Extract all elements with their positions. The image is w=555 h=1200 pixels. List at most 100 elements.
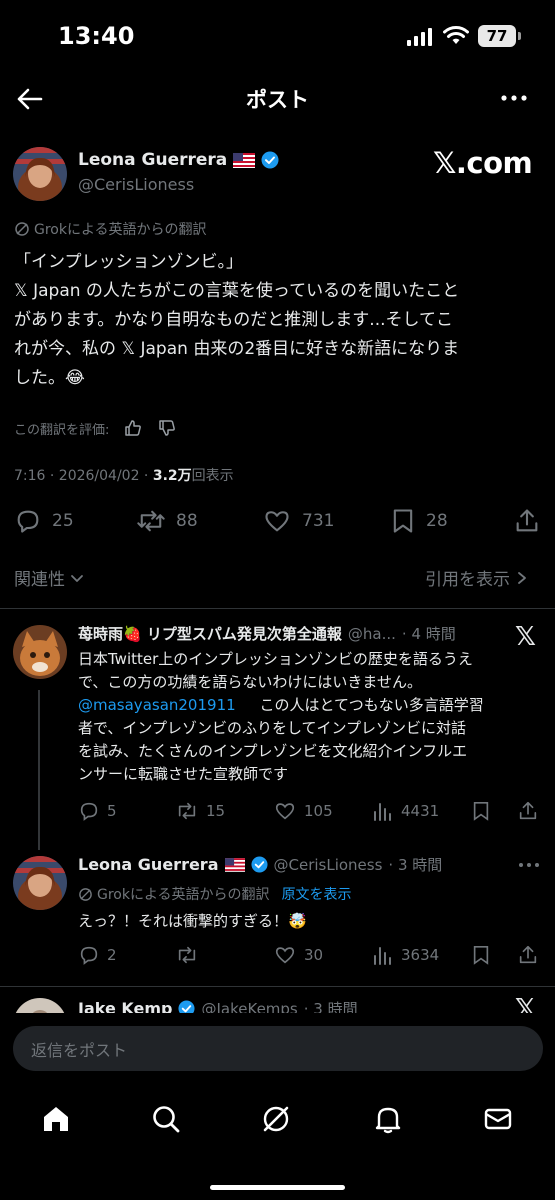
reply-line: ンサーに転職させた宣教師です [78, 765, 289, 783]
grok-icon [79, 887, 92, 901]
views-chart-icon[interactable] [372, 800, 394, 822]
us-flag-icon [224, 857, 245, 872]
reply-line: 者で、インプレゾンビのふりをしてインプレゾンビに対話 [78, 719, 467, 737]
reply-translation-notice: Grokによる英語からの翻訳 原文を表示 [78, 884, 352, 904]
reply-like-action[interactable]: 105 [273, 800, 333, 822]
sort-label: 関連性 [14, 570, 65, 590]
bookmark-icon[interactable] [471, 800, 491, 822]
reply-repost-action[interactable] [175, 944, 206, 966]
reply-author-handle[interactable]: @ha... [348, 625, 396, 643]
rate-label: この翻訳を評価: [14, 422, 110, 438]
reply-composer-input[interactable]: 返信をポスト [13, 1026, 543, 1071]
author-name-row[interactable]: Leona Guerrera [78, 150, 279, 170]
bookmark-action[interactable]: 28 [390, 507, 448, 535]
reply-count: 25 [52, 511, 74, 531]
share-icon[interactable] [513, 507, 541, 535]
views-chart-icon[interactable] [372, 944, 394, 966]
reply-line: 日本Twitter上のインプレッションゾンビの歴史を語るうえ [78, 650, 473, 668]
notifications-bell-icon[interactable] [371, 1102, 405, 1136]
reply-reply-action[interactable]: 2 [78, 944, 117, 966]
reply-author-handle[interactable]: @CerisLioness [274, 856, 383, 874]
reply-divider [0, 986, 555, 987]
translation-rating: この翻訳を評価: [14, 418, 177, 438]
view-count: 3.2万 [152, 468, 192, 484]
bookmark-icon[interactable] [471, 944, 491, 966]
post-line: があります。かなり自明なものだと推測します...そしてこ [14, 310, 454, 330]
author-name[interactable]: Leona Guerrera [78, 150, 227, 170]
sort-dropdown[interactable]: 関連性 [14, 565, 85, 590]
reply-icon[interactable] [78, 944, 100, 966]
more-options-icon[interactable] [498, 86, 530, 110]
bookmark-icon[interactable] [390, 507, 416, 535]
reply-views-action[interactable]: 4431 [372, 800, 439, 822]
views-count: 3634 [401, 946, 440, 964]
reply-icon[interactable] [14, 507, 42, 535]
post-line: した。😂 [14, 368, 85, 388]
thumbs-down-icon[interactable] [157, 418, 177, 438]
translation-label: Grokによる英語からの翻訳 [34, 222, 207, 238]
reply-avatar[interactable] [13, 856, 67, 910]
bottom-tab-bar [0, 1085, 555, 1200]
page-title: ポスト [246, 88, 309, 112]
reply-reply-action[interactable]: 5 [78, 800, 117, 822]
heart-icon[interactable] [273, 800, 297, 822]
like-count: 30 [304, 946, 324, 964]
like-count: 731 [302, 511, 335, 531]
status-time: 13:40 [58, 22, 135, 50]
view-quotes-link[interactable]: 引用を表示 [425, 565, 528, 590]
reply-time: · 3 時間 [388, 856, 443, 874]
thread-line [38, 690, 40, 850]
us-flag-icon [233, 152, 256, 168]
reply-body: えっ？！それは衝撃的すぎる！🤯 [78, 912, 307, 930]
reply-line: を試み、たくさんのインプレゾンビを文化紹介インフルエ [78, 742, 468, 760]
views-count: 4431 [401, 802, 440, 820]
mention-link[interactable]: @masayasan201911 [78, 696, 236, 714]
heart-icon[interactable] [273, 944, 297, 966]
reply-author-name[interactable]: Leona Guerrera [78, 855, 219, 874]
repost-icon[interactable] [175, 944, 199, 966]
reply-line-with-mention: @masayasan201911 この人はとてつもない多言語学習 [78, 694, 543, 717]
messages-mail-icon[interactable] [481, 1102, 515, 1136]
reply-author-name[interactable]: 苺時雨🍓 リプ型スパム発見次第全通報 [78, 623, 342, 644]
quotes-label: 引用を表示 [425, 570, 510, 590]
share-icon[interactable] [517, 944, 539, 966]
reply-views-action[interactable]: 3634 [372, 944, 439, 966]
reply-icon[interactable] [78, 800, 100, 822]
like-action[interactable]: 731 [262, 507, 334, 535]
post-timestamp: 7:16 · 2026/04/02 · [14, 468, 153, 484]
reply-header: 苺時雨🍓 リプ型スパム発見次第全通報 @ha... · 4 時間 [78, 623, 498, 644]
repost-icon[interactable] [136, 507, 166, 535]
author-avatar[interactable] [13, 147, 67, 201]
cellular-signal-icon [407, 28, 432, 46]
battery-indicator: 77 [478, 25, 516, 47]
more-options-icon[interactable] [517, 860, 541, 870]
thumbs-up-icon[interactable] [123, 418, 143, 438]
reply-action[interactable]: 25 [14, 507, 74, 535]
reply-time: · 4 時間 [401, 625, 456, 643]
home-icon[interactable] [39, 1102, 73, 1136]
reply-like-action[interactable]: 30 [273, 944, 323, 966]
post-line: 𝕏 Japan の人たちがこの言葉を使っているのを聞いたこと [14, 281, 460, 301]
post-meta: 7:16 · 2026/04/02 · 3.2万回表示 [14, 465, 234, 485]
reply-count: 5 [107, 802, 117, 820]
section-divider [0, 608, 555, 609]
reply-avatar[interactable] [13, 625, 67, 679]
translation-label: Grokによる英語からの翻訳 [97, 887, 270, 903]
author-handle[interactable]: @CerisLioness [78, 175, 194, 194]
translation-notice: Grokによる英語からの翻訳 [14, 219, 207, 239]
repost-icon[interactable] [175, 800, 199, 822]
post-body: 「インプレッションゾンビ。」 𝕏 Japan の人たちがこの言葉を使っているのを… [14, 248, 544, 393]
search-icon[interactable] [149, 1102, 183, 1136]
share-icon[interactable] [517, 800, 539, 822]
reply-repost-action[interactable]: 15 [175, 800, 225, 822]
post-line: れが今、私の 𝕏 Japan 由来の2番目に好きな新語になりま [14, 339, 460, 359]
repost-action[interactable]: 88 [136, 507, 198, 535]
grok-icon[interactable] [259, 1102, 293, 1136]
repost-count: 15 [206, 802, 226, 820]
battery-cap [518, 32, 521, 40]
repost-count: 88 [176, 511, 198, 531]
reply-count: 2 [107, 946, 117, 964]
heart-icon[interactable] [262, 507, 292, 535]
reply-line: この人はとてつもない多言語学習 [259, 696, 484, 714]
show-original-link[interactable]: 原文を表示 [282, 884, 352, 904]
